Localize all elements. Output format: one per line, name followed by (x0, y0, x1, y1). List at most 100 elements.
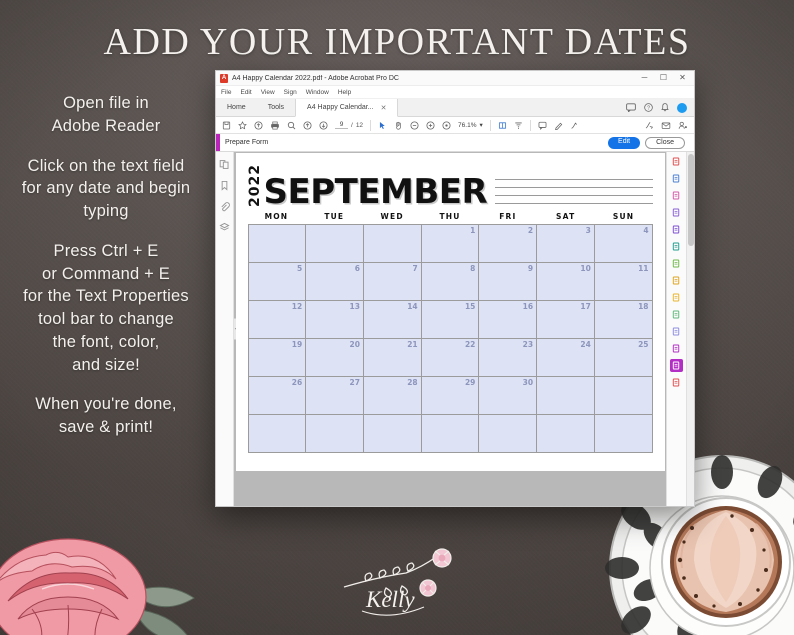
edit-pdf-icon[interactable] (670, 189, 683, 202)
calendar-day-cell-13[interactable]: 13 (306, 301, 364, 339)
more-tools-icon[interactable] (670, 376, 683, 389)
print-production-icon[interactable] (670, 325, 683, 338)
protect-icon[interactable] (670, 291, 683, 304)
edit-button[interactable]: Edit (608, 136, 641, 149)
calendar-day-cell-28[interactable]: 28 (363, 377, 422, 415)
calendar-day-cell-4[interactable]: 4 (594, 225, 653, 263)
user-avatar[interactable] (677, 102, 687, 113)
calendar-day-cell-empty[interactable] (306, 225, 364, 263)
close-button[interactable]: Close (645, 136, 685, 149)
combine-files-icon[interactable] (670, 240, 683, 253)
calendar-day-cell-17[interactable]: 17 (537, 301, 595, 339)
calendar-day-cell-empty[interactable] (248, 225, 307, 263)
select-cursor-icon[interactable] (378, 121, 387, 130)
calendar-day-cell-11[interactable]: 11 (594, 263, 653, 301)
menu-item-view[interactable]: View (261, 89, 275, 96)
comment-pdf-icon[interactable] (670, 206, 683, 219)
calendar-day-cell-27[interactable]: 27 (306, 377, 364, 415)
calendar-day-cell-14[interactable]: 14 (363, 301, 422, 339)
menu-item-edit[interactable]: Edit (240, 89, 251, 96)
previous-page-icon[interactable] (303, 121, 312, 130)
menu-item-file[interactable]: File (221, 89, 231, 96)
calendar-day-cell-9[interactable]: 9 (479, 263, 538, 301)
zoom-control[interactable]: 76.1% ▾ (458, 121, 483, 130)
document-viewport[interactable]: ◂ 2022 SEPTEMBER MONTUEWEDTHUFRISATSUN 1… (234, 152, 666, 506)
menu-item-help[interactable]: Help (338, 89, 351, 96)
sticky-note-icon[interactable] (538, 121, 547, 130)
close-icon[interactable]: ✕ (381, 104, 387, 112)
calendar-day-cell-2[interactable]: 2 (479, 225, 538, 263)
calendar-day-cell-1[interactable]: 1 (421, 225, 480, 263)
calendar-day-cell-22[interactable]: 22 (421, 339, 480, 377)
next-page-icon[interactable] (319, 121, 328, 130)
menu-item-sign[interactable]: Sign (284, 89, 297, 96)
tab-tools[interactable]: Tools (257, 99, 295, 116)
bookmarks-icon[interactable] (219, 180, 230, 191)
layers-icon[interactable] (219, 222, 230, 233)
calendar-day-cell-16[interactable]: 16 (479, 301, 538, 339)
tab-home[interactable]: Home (216, 99, 257, 116)
scroll-mode-icon[interactable] (514, 121, 523, 130)
organize-pages-icon[interactable] (670, 257, 683, 270)
calendar-day-cell-6[interactable]: 6 (306, 263, 364, 301)
zoom-in-icon[interactable] (426, 121, 435, 130)
calendar-day-cell-19[interactable]: 19 (248, 339, 307, 377)
maximize-button[interactable]: ☐ (654, 71, 673, 85)
menu-item-window[interactable]: Window (306, 89, 329, 96)
page-number-input[interactable]: 9 (335, 121, 348, 129)
calendar-day-cell-empty[interactable] (594, 377, 653, 415)
zoom-out-icon[interactable] (410, 121, 419, 130)
calendar-day-cell-29[interactable]: 29 (421, 377, 480, 415)
scrollbar-thumb[interactable] (688, 154, 694, 246)
calendar-day-cell-empty[interactable] (537, 377, 595, 415)
hand-tool-icon[interactable] (394, 121, 403, 130)
calendar-day-cell-15[interactable]: 15 (421, 301, 480, 339)
comment-icon[interactable] (626, 103, 636, 112)
sign-icon[interactable] (645, 121, 654, 130)
minimize-button[interactable]: ─ (635, 71, 654, 85)
calendar-day-cell-12[interactable]: 12 (248, 301, 307, 339)
draw-icon[interactable] (570, 121, 579, 130)
redact-icon[interactable] (670, 274, 683, 287)
chevron-down-icon[interactable]: ▾ (479, 121, 482, 129)
print-icon[interactable] (270, 121, 280, 130)
calendar-day-cell-25[interactable]: 25 (594, 339, 653, 377)
calendar-day-cell-7[interactable]: 7 (363, 263, 422, 301)
page-thumbnails-icon[interactable] (219, 159, 230, 170)
optimize-pdf-icon[interactable] (670, 308, 683, 321)
save-file-icon[interactable] (222, 121, 231, 130)
calendar-day-cell-empty[interactable] (306, 415, 364, 453)
calendar-day-cell-26[interactable]: 26 (248, 377, 307, 415)
search-icon[interactable] (287, 121, 296, 130)
calendar-day-cell-3[interactable]: 3 (537, 225, 595, 263)
calendar-day-cell-23[interactable]: 23 (479, 339, 538, 377)
calendar-day-cell-8[interactable]: 8 (421, 263, 480, 301)
calendar-day-cell-21[interactable]: 21 (363, 339, 422, 377)
export-pdf-icon[interactable] (670, 155, 683, 168)
calendar-day-cell-empty[interactable] (594, 415, 653, 453)
attachments-icon[interactable] (219, 201, 230, 212)
calendar-day-cell-empty[interactable] (537, 415, 595, 453)
calendar-day-cell-30[interactable]: 30 (479, 377, 538, 415)
calendar-day-cell-empty[interactable] (248, 415, 307, 453)
fit-page-icon[interactable] (442, 121, 451, 130)
tab-document[interactable]: A4 Happy Calendar... ✕ (295, 99, 399, 117)
certificates-icon[interactable] (670, 342, 683, 355)
calendar-day-cell-empty[interactable] (421, 415, 480, 453)
highlight-icon[interactable] (554, 121, 563, 130)
calendar-day-cell-24[interactable]: 24 (537, 339, 595, 377)
fill-and-sign-icon[interactable] (670, 223, 683, 236)
calendar-day-cell-empty[interactable] (363, 225, 422, 263)
calendar-day-cell-18[interactable]: 18 (594, 301, 653, 339)
upload-cloud-icon[interactable] (254, 121, 263, 130)
calendar-day-cell-empty[interactable] (479, 415, 538, 453)
email-icon[interactable] (661, 121, 671, 130)
calendar-day-cell-20[interactable]: 20 (306, 339, 364, 377)
close-button[interactable]: ✕ (673, 71, 692, 85)
help-icon[interactable]: ? (644, 103, 653, 112)
create-pdf-icon[interactable] (670, 172, 683, 185)
calendar-day-cell-empty[interactable] (363, 415, 422, 453)
notification-bell-icon[interactable] (661, 103, 669, 112)
vertical-scrollbar[interactable] (686, 152, 694, 506)
prepare-form-icon[interactable] (670, 359, 683, 372)
